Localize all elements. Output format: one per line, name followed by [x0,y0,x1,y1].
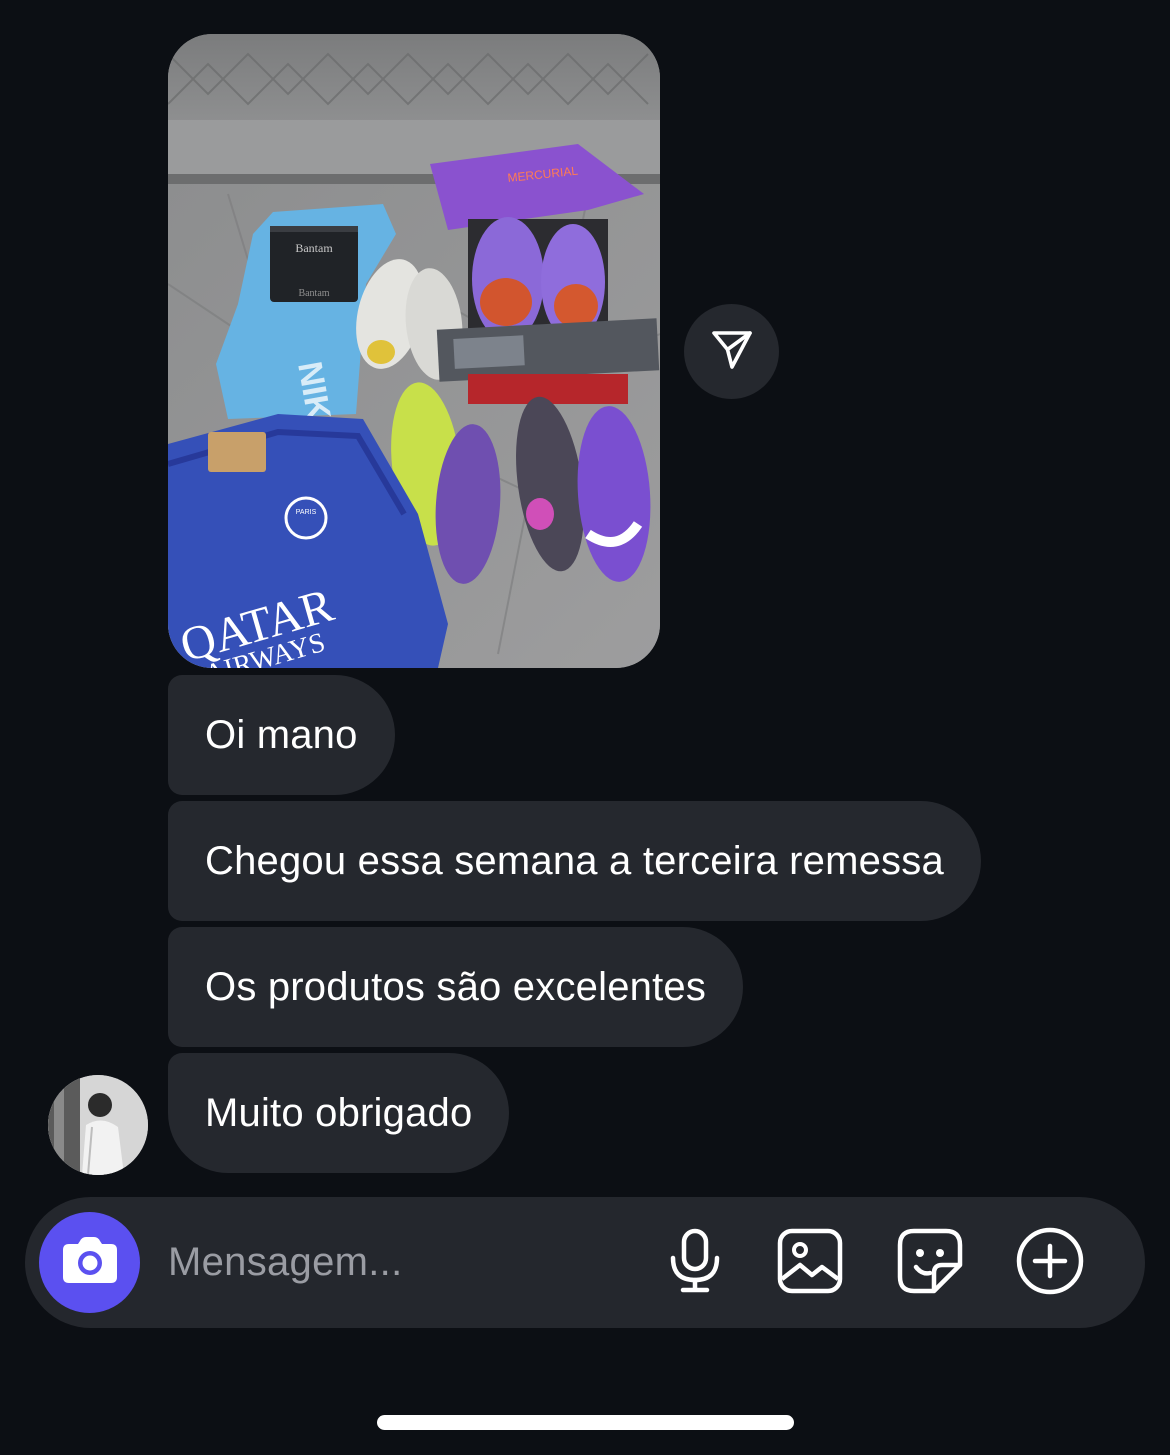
photo-illustration: NIKE Bantam Bantam MERCURIAL PARIS QATAR… [168,34,660,668]
svg-text:PARIS: PARIS [296,509,317,516]
send-icon [709,326,755,377]
avatar-photo [48,1075,148,1175]
share-button[interactable] [684,304,779,399]
sticker-icon [896,1227,964,1300]
sender-avatar[interactable] [48,1075,148,1175]
message-bubble[interactable]: Chegou essa semana a terceira remessa [168,801,981,921]
message-bubble[interactable]: Muito obrigado [168,1053,510,1173]
plus-circle-icon [1015,1226,1085,1301]
message-text: Os produtos são excelentes [205,964,707,1009]
message-input-placeholder: Mensagem... [168,1240,403,1284]
image-icon [776,1227,844,1300]
home-indicator [377,1415,794,1430]
message-composer: Mensagem... [25,1197,1145,1328]
svg-text:Bantam: Bantam [295,241,333,255]
message-text: Muito obrigado [205,1090,473,1135]
svg-text:Bantam: Bantam [298,288,329,299]
message-bubble[interactable]: Oi mano [168,675,395,795]
sticker-button[interactable] [893,1226,967,1300]
message-text: Oi mano [205,712,358,757]
voice-message-button[interactable] [658,1226,732,1300]
more-button[interactable] [1013,1226,1087,1300]
message-input[interactable]: Mensagem... [168,1197,638,1328]
microphone-icon [667,1228,723,1299]
shared-photo[interactable]: NIKE Bantam Bantam MERCURIAL PARIS QATAR… [168,34,660,668]
camera-icon [61,1235,119,1290]
message-text: Chegou essa semana a terceira remessa [205,838,944,883]
camera-button[interactable] [39,1212,140,1313]
message-bubble[interactable]: Os produtos são excelentes [168,927,744,1047]
gallery-button[interactable] [773,1226,847,1300]
